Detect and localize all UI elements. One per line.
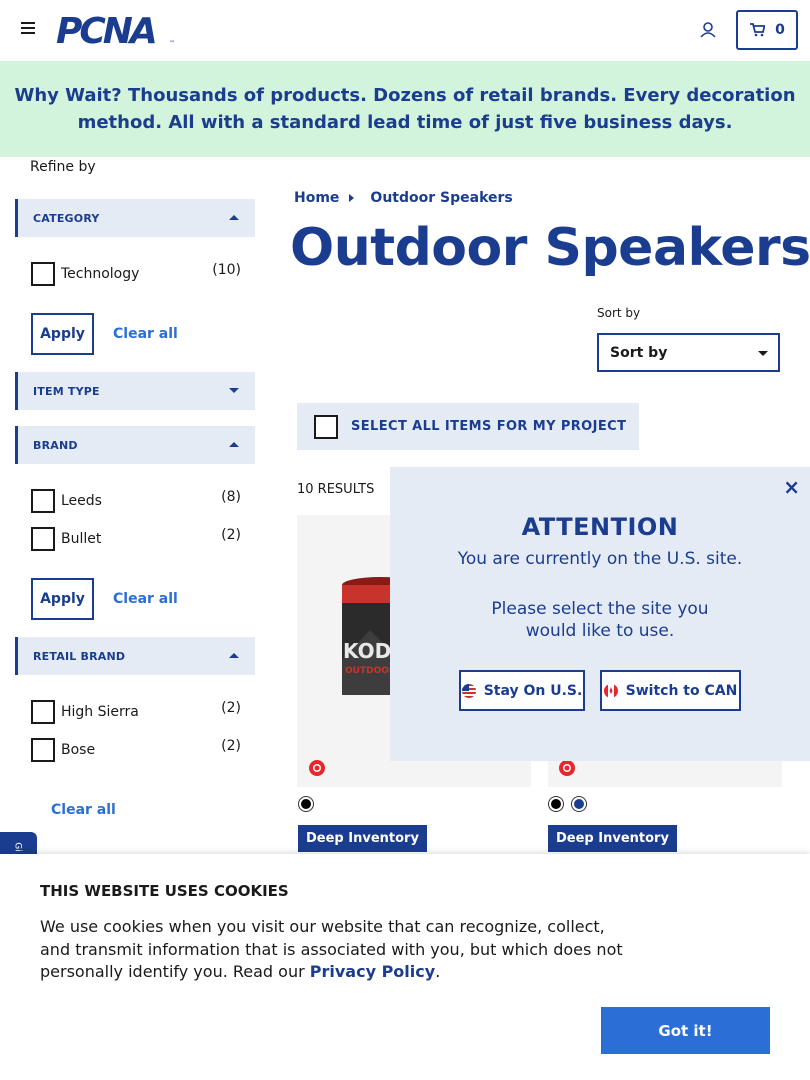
pcna-logo[interactable]: PCNA ™ — [56, 11, 178, 52]
got-it-button[interactable]: Got it! — [601, 1007, 770, 1054]
page-title: Outdoor Speakers — [290, 218, 810, 278]
attention-line: You are currently on the U.S. site. — [457, 549, 743, 569]
option-count: (2) — [221, 527, 241, 543]
clear-all-link[interactable]: Clear all — [113, 591, 178, 607]
option-count: (10) — [212, 262, 241, 278]
cookie-end: . — [435, 962, 441, 981]
cookie-text: We use cookies when you visit our websit… — [40, 916, 630, 984]
breadcrumb-home[interactable]: Home — [294, 190, 339, 206]
option-count: (2) — [221, 700, 241, 716]
attention-title: ATTENTION — [521, 513, 679, 541]
facet-brand[interactable]: BRAND — [15, 426, 255, 464]
menu-icon[interactable] — [21, 22, 35, 36]
us-flag-icon — [461, 683, 476, 698]
checkbox[interactable] — [31, 738, 55, 762]
privacy-policy-link[interactable]: Privacy Policy — [310, 962, 435, 981]
color-swatch-black[interactable] — [299, 797, 313, 811]
side-tab-label: Gi — [12, 842, 23, 852]
site-header: PCNA ™ 0 — [0, 0, 810, 61]
prop65-icon — [309, 760, 325, 776]
facet-retail-brand[interactable]: RETAIL BRAND — [15, 637, 255, 675]
results-count: 10 RESULTS — [297, 482, 375, 497]
checkbox[interactable] — [31, 489, 55, 513]
account-icon[interactable] — [698, 20, 718, 40]
facet-title: ITEM TYPE — [33, 384, 100, 398]
attention-line: would like to use. — [525, 621, 675, 641]
promo-text: Why Wait? Thousands of products. Dozens … — [14, 85, 796, 133]
cart-count: 0 — [775, 22, 785, 38]
close-icon[interactable]: × — [783, 475, 800, 499]
promo-banner: Why Wait? Thousands of products. Dozens … — [0, 61, 810, 157]
breadcrumb: Home Outdoor Speakers — [294, 190, 513, 206]
option-count: (2) — [221, 738, 241, 754]
apply-button[interactable]: Apply — [31, 578, 94, 620]
filter-option-technology[interactable]: Technology (10) — [31, 260, 245, 288]
clear-all-link[interactable]: Clear all — [51, 802, 116, 818]
svg-text:PCNA: PCNA — [56, 12, 155, 48]
cart-button[interactable]: 0 — [736, 10, 798, 50]
facet-title: RETAIL BRAND — [33, 649, 126, 663]
select-all-items[interactable]: SELECT ALL ITEMS FOR MY PROJECT — [297, 403, 639, 450]
switch-label: Switch to CAN — [625, 682, 738, 699]
caret-up-icon — [229, 442, 239, 447]
filter-option-leeds[interactable]: Leeds (8) — [31, 487, 245, 515]
prop65-icon — [559, 760, 575, 776]
facet-title: CATEGORY — [33, 211, 100, 225]
option-label: Technology — [61, 266, 140, 282]
color-swatch-black[interactable] — [549, 797, 563, 811]
stay-on-us-button[interactable]: Stay On U.S. — [459, 670, 585, 711]
sort-value: Sort by — [610, 344, 668, 361]
breadcrumb-current: Outdoor Speakers — [370, 190, 513, 206]
option-label: High Sierra — [61, 704, 139, 720]
site-selector-popup: × ATTENTION You are currently on the U.S… — [390, 467, 810, 761]
clear-all-link[interactable]: Clear all — [113, 326, 178, 342]
checkbox[interactable] — [31, 527, 55, 551]
option-label: Bullet — [61, 531, 102, 547]
deep-inventory-badge: Deep Inventory — [298, 825, 427, 852]
facet-title: BRAND — [33, 438, 78, 452]
filter-option-bose[interactable]: Bose (2) — [31, 736, 245, 764]
filter-option-bullet[interactable]: Bullet (2) — [31, 525, 245, 553]
caret-up-icon — [229, 215, 239, 220]
deep-inventory-badge: Deep Inventory — [548, 825, 677, 852]
cart-icon — [750, 23, 766, 37]
checkbox[interactable] — [31, 700, 55, 724]
option-label: Bose — [61, 742, 96, 758]
caret-down-icon — [229, 388, 239, 393]
sort-select[interactable]: Sort by — [597, 333, 780, 372]
cookie-title: THIS WEBSITE USES COOKIES — [40, 882, 289, 900]
canada-flag-icon — [603, 683, 618, 698]
chevron-right-icon — [349, 194, 355, 202]
cookie-banner: THIS WEBSITE USES COOKIES We use cookies… — [0, 854, 810, 1080]
checkbox[interactable] — [314, 414, 338, 439]
sort-label: Sort by — [597, 306, 641, 320]
attention-line: Please select the site you — [491, 599, 709, 619]
facet-item-type[interactable]: ITEM TYPE — [15, 372, 255, 410]
color-swatch-blue[interactable] — [572, 797, 586, 811]
select-all-label: SELECT ALL ITEMS FOR MY PROJECT — [351, 419, 627, 434]
filter-option-high-sierra[interactable]: High Sierra (2) — [31, 698, 245, 726]
refine-by-label: Refine by — [30, 159, 96, 175]
switch-to-can-button[interactable]: Switch to CAN — [600, 670, 741, 711]
caret-down-icon — [758, 351, 768, 356]
facet-category[interactable]: CATEGORY — [15, 199, 255, 237]
stay-label: Stay On U.S. — [483, 682, 583, 699]
checkbox[interactable] — [31, 262, 55, 286]
caret-up-icon — [229, 653, 239, 658]
svg-text:™: ™ — [169, 40, 175, 47]
apply-button[interactable]: Apply — [31, 313, 94, 355]
option-label: Leeds — [61, 493, 102, 509]
option-count: (8) — [221, 489, 241, 505]
